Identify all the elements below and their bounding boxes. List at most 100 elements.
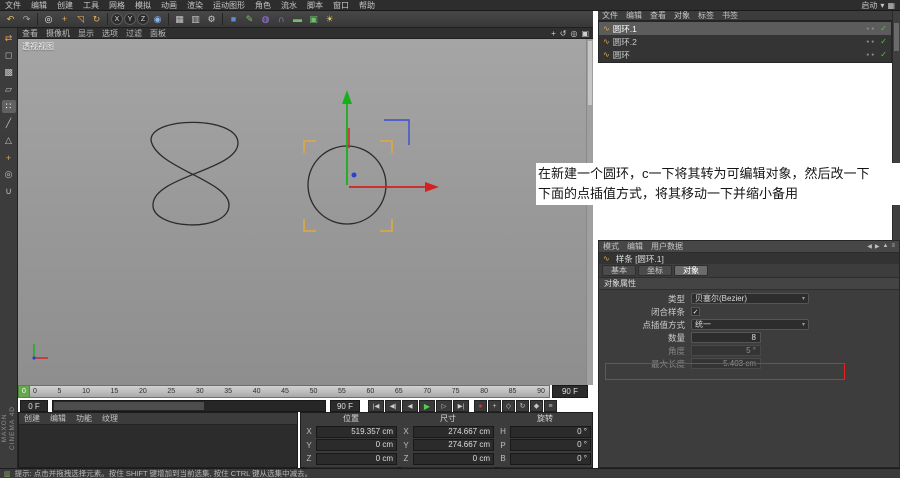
object-row[interactable]: ∿ 圆环.2 ●● ✓ [599,35,891,48]
z-axis-dot[interactable] [351,172,357,178]
add-floor-icon[interactable]: ▬ [290,12,305,26]
menu-edit[interactable]: 编辑 [26,0,52,11]
prev-key-button[interactable]: ◀| [385,400,401,412]
key-scale-button[interactable]: ◇ [502,400,515,412]
add-cube-icon[interactable]: ■ [226,12,241,26]
viewport-solo-icon[interactable]: ◎ [2,168,16,181]
menu-mograph[interactable]: 运动图形 [208,0,250,11]
render-view-icon[interactable]: ▦ [172,12,187,26]
rotation-h-field[interactable]: 0 ° [510,425,591,438]
tab-basic[interactable]: 基本 [602,265,636,276]
viewport-scrollbar[interactable] [586,39,593,385]
goto-start-button[interactable]: |◀ [368,400,384,412]
mat-menu-create[interactable]: 创建 [19,413,45,424]
range-end-field[interactable]: 90 F [330,400,360,412]
nav-forward-icon[interactable]: ▶ [875,243,880,250]
visibility-dots-icon[interactable]: ●● [866,26,876,32]
menu-mesh[interactable]: 网格 [104,0,130,11]
key-rotation-button[interactable]: ↻ [516,400,529,412]
add-subdivision-surface-icon[interactable]: ◍ [258,12,273,26]
add-light-icon[interactable]: ☀ [322,12,337,26]
layout-preset-select[interactable]: 启动 ▾ ▦ [861,0,900,11]
rotation-b-field[interactable]: 0 ° [510,452,591,465]
lock-x-axis-button[interactable]: X [111,13,123,25]
viewport-canvas[interactable] [18,28,593,385]
position-x-field[interactable]: 519.357 cm [316,425,397,438]
position-z-field[interactable]: 0 cm [316,452,397,465]
goto-end-button[interactable]: ▶| [453,400,469,412]
om-menu-view[interactable]: 查看 [646,10,670,21]
am-menu-edit[interactable]: 编辑 [623,241,647,252]
key-pla-button[interactable]: ≡ [544,400,557,412]
menu-pipeline[interactable]: 流水 [276,0,302,11]
figure8-spline[interactable] [150,121,239,226]
pin-icon[interactable]: ▲ [883,243,889,250]
object-row[interactable]: ∿ 圆环 ●● ✓ [599,48,891,61]
coordinate-system-icon[interactable]: ◉ [150,12,165,26]
om-menu-bookmarks[interactable]: 书签 [718,10,742,21]
size-x-field[interactable]: 274.667 cm [413,425,494,438]
position-y-field[interactable]: 0 cm [316,439,397,451]
range-slider[interactable] [52,400,326,412]
tab-coordinates[interactable]: 坐标 [638,265,672,276]
model-mode-icon[interactable]: ◻ [2,49,16,62]
menu-script[interactable]: 脚本 [302,0,328,11]
type-dropdown[interactable]: 贝塞尔(Bezier) ▾ [691,293,809,304]
key-parameter-button[interactable]: ◆ [530,400,543,412]
lock-y-axis-button[interactable]: Y [124,13,136,25]
make-editable-icon[interactable]: ⇄ [2,32,16,45]
max-length-field[interactable]: 5.403 cm [691,358,761,369]
zoom-view-icon[interactable]: ◎ [570,29,577,38]
enabled-check-icon[interactable]: ✓ [880,50,887,59]
menu-render[interactable]: 渲染 [182,0,208,11]
menu-simulate[interactable]: 模拟 [130,0,156,11]
viewport-scrollbar-thumb[interactable] [588,41,592,105]
om-menu-file[interactable]: 文件 [598,10,622,21]
size-y-field[interactable]: 274.667 cm [413,439,494,451]
timeline-end-frame-field[interactable]: 90 F [552,385,588,398]
enable-axis-icon[interactable]: + [2,151,16,164]
panel-menu-icon[interactable]: ≡ [891,243,895,250]
rotate-tool-icon[interactable]: ↻ [89,12,104,26]
close-spline-checkbox[interactable]: ✓ [691,307,700,316]
scale-tool-icon[interactable]: ◹ [73,12,88,26]
angle-field[interactable]: 5 ° [691,345,761,356]
key-position-button[interactable]: + [488,400,501,412]
object-row[interactable]: ∿ 圆环.1 ●● ✓ [599,22,891,35]
object-manager-scrollbar-thumb[interactable] [894,23,899,51]
add-spline-icon[interactable]: ✎ [242,12,257,26]
polygons-mode-icon[interactable]: △ [2,134,16,147]
am-menu-userdata[interactable]: 用户数据 [647,241,687,252]
add-camera-icon[interactable]: ▣ [306,12,321,26]
render-settings-icon[interactable]: ⚙ [204,12,219,26]
add-deformer-icon[interactable]: ∩ [274,12,289,26]
timeline-ruler[interactable]: 0 5 10 15 20 25 30 35 40 45 50 55 60 65 … [18,385,550,398]
nav-back-icon[interactable]: ◀ [867,243,872,250]
object-manager-scrollbar[interactable] [892,11,900,240]
workplane-mode-icon[interactable]: ▱ [2,83,16,96]
om-menu-edit[interactable]: 编辑 [622,10,646,21]
menu-create[interactable]: 创建 [52,0,78,11]
timeline-playhead[interactable]: 0 [18,385,30,398]
menu-animate[interactable]: 动画 [156,0,182,11]
enabled-check-icon[interactable]: ✓ [880,37,887,46]
mat-menu-texture[interactable]: 纹理 [97,413,123,424]
pan-view-icon[interactable]: + [551,29,556,38]
size-z-field[interactable]: 0 cm [413,452,494,465]
play-button[interactable]: ▶ [419,400,435,412]
next-frame-button[interactable]: ▷ [436,400,452,412]
move-tool-icon[interactable]: + [57,12,72,26]
object-name[interactable]: 圆环.1 [613,23,637,35]
vp-menu-filter[interactable]: 过滤 [122,28,146,39]
vp-menu-panel[interactable]: 面板 [146,28,170,39]
am-menu-mode[interactable]: 模式 [599,241,623,252]
range-slider-thumb[interactable] [54,402,204,410]
visibility-dots-icon[interactable]: ●● [866,52,876,58]
viewport[interactable]: 查看 摄像机 显示 选项 过滤 面板 + ↺ ◎ ▣ 透视视图 [18,28,593,385]
points-mode-icon[interactable]: ∷ [1,100,16,113]
count-field[interactable]: 8 [691,332,761,343]
lock-z-axis-button[interactable]: Z [137,13,149,25]
prev-frame-button[interactable]: ◀ [402,400,418,412]
menu-tools[interactable]: 工具 [78,0,104,11]
object-name[interactable]: 圆环 [613,49,630,61]
